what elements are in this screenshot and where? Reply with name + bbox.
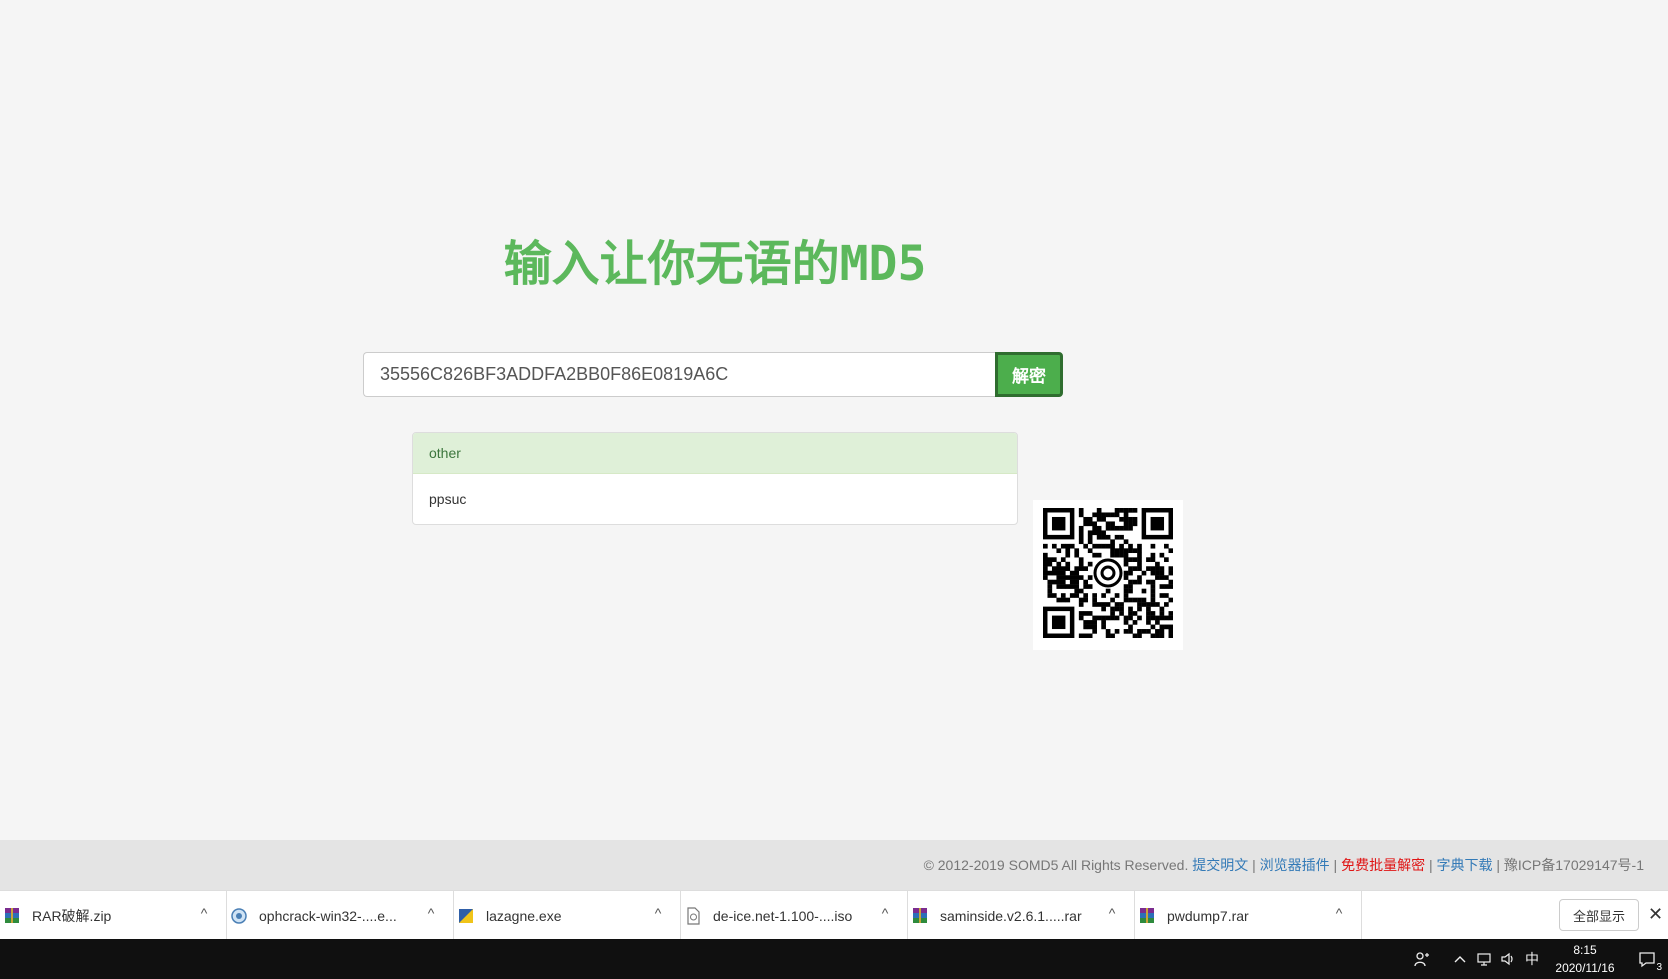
volume-icon[interactable] bbox=[1496, 947, 1520, 971]
download-filename: pwdump7.rar bbox=[1167, 907, 1249, 924]
installer-icon bbox=[231, 907, 247, 924]
download-filename: RAR破解.zip bbox=[32, 907, 112, 924]
result-list: other ppsuc bbox=[412, 432, 1018, 525]
browser-plugin-link[interactable]: 浏览器插件 bbox=[1260, 857, 1330, 873]
submit-plaintext-link[interactable]: 提交明文 bbox=[1192, 857, 1248, 873]
download-filename: saminside.v2.6.1.....rar bbox=[940, 907, 1082, 924]
download-filename: lazagne.exe bbox=[486, 907, 562, 924]
download-item[interactable]: saminside.v2.6.1.....rar ^ bbox=[908, 891, 1135, 940]
chevron-up-icon[interactable]: ^ bbox=[1331, 905, 1347, 921]
clock-time: 8:15 bbox=[1573, 943, 1597, 957]
chevron-up-icon[interactable]: ^ bbox=[423, 905, 439, 921]
result-type-header: other bbox=[413, 433, 1017, 474]
chevron-up-icon[interactable]: ^ bbox=[650, 905, 666, 921]
download-filename: de-ice.net-1.100-....iso bbox=[713, 907, 853, 924]
dictionary-download-link[interactable]: 字典下载 bbox=[1437, 857, 1493, 873]
winrar-icon bbox=[1140, 907, 1154, 923]
winrar-icon bbox=[913, 907, 927, 923]
free-batch-decrypt-link[interactable]: 免费批量解密 bbox=[1341, 857, 1425, 873]
system-tray: 中 8:15 2020/11/16 3 bbox=[1410, 939, 1668, 979]
download-item[interactable]: pwdump7.rar ^ bbox=[1135, 891, 1362, 940]
download-item[interactable]: lazagne.exe ^ bbox=[454, 891, 681, 940]
download-filename: ophcrack-win32-....e... bbox=[259, 907, 397, 924]
chevron-up-icon[interactable]: ^ bbox=[877, 905, 893, 921]
exe-icon bbox=[459, 908, 473, 923]
page-title: 输入让你无语的MD5 bbox=[503, 236, 927, 292]
ime-indicator[interactable]: 中 bbox=[1520, 947, 1544, 971]
close-icon[interactable]: ✕ bbox=[1648, 904, 1663, 924]
show-all-downloads-button[interactable]: 全部显示 bbox=[1559, 899, 1639, 931]
download-item[interactable]: RAR破解.zip ^ bbox=[0, 891, 227, 940]
decrypt-button[interactable]: 解密 bbox=[995, 352, 1063, 397]
qr-code bbox=[1033, 500, 1183, 650]
qr-code-image bbox=[1043, 508, 1173, 638]
md5-search-form: 解密 bbox=[363, 352, 1063, 397]
notification-center-icon[interactable]: 3 bbox=[1626, 939, 1668, 979]
md5-input[interactable] bbox=[363, 352, 995, 397]
download-bar: RAR破解.zip ^ ophcrack-win32-....e... ^ la… bbox=[0, 890, 1668, 940]
people-icon[interactable] bbox=[1410, 947, 1434, 971]
chevron-up-icon[interactable]: ^ bbox=[196, 905, 212, 921]
chevron-up-icon[interactable] bbox=[1448, 947, 1472, 971]
icp-text: 豫ICP备17029147号-1 bbox=[1503, 857, 1644, 873]
windows-taskbar: 中 8:15 2020/11/16 3 bbox=[0, 939, 1668, 979]
result-plaintext[interactable]: ppsuc bbox=[413, 474, 1017, 524]
copyright-text: © 2012-2019 SOMD5 All Rights Reserved. bbox=[923, 857, 1193, 873]
network-icon[interactable] bbox=[1472, 947, 1496, 971]
winrar-icon bbox=[5, 907, 19, 923]
iso-file-icon bbox=[687, 906, 700, 925]
chevron-up-icon[interactable]: ^ bbox=[1104, 905, 1120, 921]
notification-count: 3 bbox=[1656, 962, 1662, 973]
clock-date: 2020/11/16 bbox=[1555, 961, 1615, 975]
download-item[interactable]: de-ice.net-1.100-....iso ^ bbox=[681, 891, 908, 940]
footer: © 2012-2019 SOMD5 All Rights Reserved. 提… bbox=[0, 840, 1668, 890]
system-clock[interactable]: 8:15 2020/11/16 bbox=[1544, 941, 1626, 977]
download-item[interactable]: ophcrack-win32-....e... ^ bbox=[227, 891, 454, 940]
